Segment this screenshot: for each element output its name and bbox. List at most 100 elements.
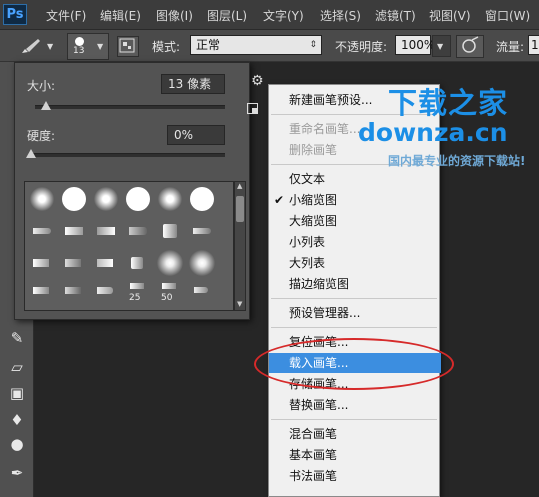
brush-preset-bristle-tip[interactable]: [91, 248, 121, 278]
menu-separator: [271, 298, 437, 299]
menu-item-6[interactable]: 小缩览图 ✔: [269, 190, 441, 210]
hardness-label: 硬度:: [27, 129, 56, 143]
menu-item-label: 大缩览图: [289, 214, 338, 228]
size-input[interactable]: 13 像素: [161, 74, 225, 94]
menu-item-label: 小缩览图: [289, 193, 338, 207]
menu-item-label: 描边缩览图: [289, 277, 350, 291]
chevron-down-icon: ▼: [97, 42, 104, 51]
menu-edit[interactable]: 编辑(E): [100, 7, 141, 24]
menu-file[interactable]: 文件(F): [46, 7, 86, 24]
pressure-opacity-icon[interactable]: [456, 35, 484, 58]
menu-view[interactable]: 视图(V): [429, 7, 471, 24]
size-slider-thumb[interactable]: [41, 101, 52, 110]
watermark-domain: downza.cn: [358, 118, 508, 147]
gradient-tool-icon[interactable]: ▣: [9, 385, 25, 401]
brush-preset-bristle-tip[interactable]: [27, 248, 57, 278]
blur-tool-icon[interactable]: ♦: [9, 412, 25, 428]
history-brush-tool-icon[interactable]: ✎: [9, 330, 25, 346]
menu-item-label: 预设管理器...: [289, 306, 361, 320]
brush-preset-bristle-tip[interactable]: [91, 280, 121, 310]
chevron-down-icon: ▼: [437, 42, 444, 51]
menu-separator: [271, 419, 437, 420]
menu-item-label: 重命名画笔...: [289, 122, 361, 136]
menu-item-17[interactable]: 替换画笔...: [269, 395, 441, 415]
brush-preset-bristle-tip[interactable]: [59, 216, 89, 246]
menu-item-7[interactable]: 大缩览图: [269, 211, 441, 231]
brush-preset-bristle-tip[interactable]: [187, 280, 217, 310]
brush-tool-icon[interactable]: [18, 35, 44, 57]
menu-separator: [271, 327, 437, 328]
menu-item-label: 替换画笔...: [289, 398, 349, 412]
menu-window[interactable]: 窗口(W): [485, 7, 530, 24]
menu-item-20[interactable]: 基本画笔: [269, 445, 441, 465]
opacity-label: 不透明度:: [335, 40, 388, 54]
preset-number: 50: [161, 293, 173, 303]
brush-preset-soft-round[interactable]: [155, 248, 185, 278]
eraser-tool-icon[interactable]: ▱: [9, 359, 25, 375]
size-label: 大小:: [27, 79, 56, 93]
mode-value: 正常: [196, 38, 221, 52]
menu-item-21[interactable]: 书法画笔: [269, 466, 441, 486]
scroll-up-icon[interactable]: ▲: [237, 182, 242, 190]
photoshop-logo: Ps: [3, 4, 27, 25]
brush-preset-bristle-tip[interactable]: [27, 216, 57, 246]
menu-item-10[interactable]: 描边缩览图: [269, 274, 441, 294]
menu-filter[interactable]: 滤镜(T): [375, 7, 416, 24]
brush-preset-bristle-tip[interactable]: [123, 248, 153, 278]
opacity-input[interactable]: 100%: [395, 35, 435, 55]
brush-preset-bristle-tip[interactable]: [187, 216, 217, 246]
brush-preset-bristle-tip[interactable]: [123, 216, 153, 246]
scroll-thumb[interactable]: [236, 196, 244, 222]
menu-item-label: 新建画笔预设...: [289, 93, 373, 107]
menu-image[interactable]: 图像(I): [156, 7, 193, 24]
menu-type[interactable]: 文字(Y): [263, 7, 304, 24]
preset-grid-scrollbar[interactable]: ▲ ▼: [234, 181, 246, 311]
watermark-title: 下载之家: [388, 86, 509, 120]
brush-preset-hard-round[interactable]: [187, 184, 217, 214]
brush-preset-bristle-tip[interactable]: [59, 248, 89, 278]
hardness-slider-track[interactable]: [30, 153, 225, 157]
brush-preset-soft-round[interactable]: [187, 248, 217, 278]
mode-label: 模式:: [152, 40, 181, 54]
menu-select[interactable]: 选择(S): [320, 7, 361, 24]
hardness-slider-thumb[interactable]: [26, 149, 36, 158]
mode-dropdown[interactable]: 正常 ⇕: [190, 35, 322, 55]
menu-item-12[interactable]: 预设管理器...: [269, 303, 441, 323]
brush-preset-bristle-tip[interactable]: [27, 280, 57, 310]
menu-item-8[interactable]: 小列表: [269, 232, 441, 252]
pen-tool-icon[interactable]: ✒: [9, 465, 25, 481]
brush-preset-hard-round[interactable]: [123, 184, 153, 214]
brush-preset-picker-button[interactable]: 13 ▼: [67, 33, 109, 60]
watermark-slogan: 国内最专业的资源下载站!: [388, 154, 526, 168]
hardness-input[interactable]: 0%: [167, 125, 225, 145]
new-preset-icon[interactable]: [247, 103, 258, 114]
brush-preset-bristle-tip[interactable]: [91, 216, 121, 246]
size-slider-track[interactable]: [35, 105, 225, 109]
brush-preset-soft-round[interactable]: [27, 184, 57, 214]
chevron-down-icon[interactable]: ▼: [47, 42, 53, 51]
flow-value: 1: [531, 38, 539, 52]
menu-item-label: 书法画笔: [289, 469, 338, 483]
brush-panel-toggle-icon[interactable]: [117, 36, 139, 57]
opacity-slider-button[interactable]: ▼: [432, 35, 451, 57]
flow-input[interactable]: 1: [528, 35, 539, 55]
options-bar: ▼ 13 ▼ 模式: 正常 ⇕ 不透明度: 100% ▼ 流量: 1: [0, 30, 539, 62]
menu-item-label: 基本画笔: [289, 448, 338, 462]
brush-preset-numbered[interactable]: 50: [155, 280, 185, 310]
brush-preset-soft-round[interactable]: [91, 184, 121, 214]
menu-layer[interactable]: 图层(L): [207, 7, 247, 24]
menu-item-19[interactable]: 混合画笔: [269, 424, 441, 444]
gear-icon[interactable]: ⚙: [251, 73, 264, 89]
dodge-tool-icon[interactable]: ●: [9, 436, 25, 452]
brush-preset-bristle-tip[interactable]: [59, 280, 89, 310]
brush-preset-hard-round[interactable]: [59, 184, 89, 214]
scroll-down-icon[interactable]: ▼: [237, 300, 242, 308]
brush-preset-picker-panel: 大小: 13 像素 ⚙ 硬度: 0% 25 50 ▲ ▼: [14, 62, 264, 320]
brush-preset-bristle-tip[interactable]: [155, 216, 185, 246]
flow-label: 流量:: [496, 40, 525, 54]
brush-preset-numbered[interactable]: 25: [123, 280, 153, 310]
menu-item-9[interactable]: 大列表: [269, 253, 441, 273]
opacity-value: 100%: [401, 38, 436, 52]
menu-item-5[interactable]: 仅文本: [269, 169, 441, 189]
brush-preset-soft-round[interactable]: [155, 184, 185, 214]
